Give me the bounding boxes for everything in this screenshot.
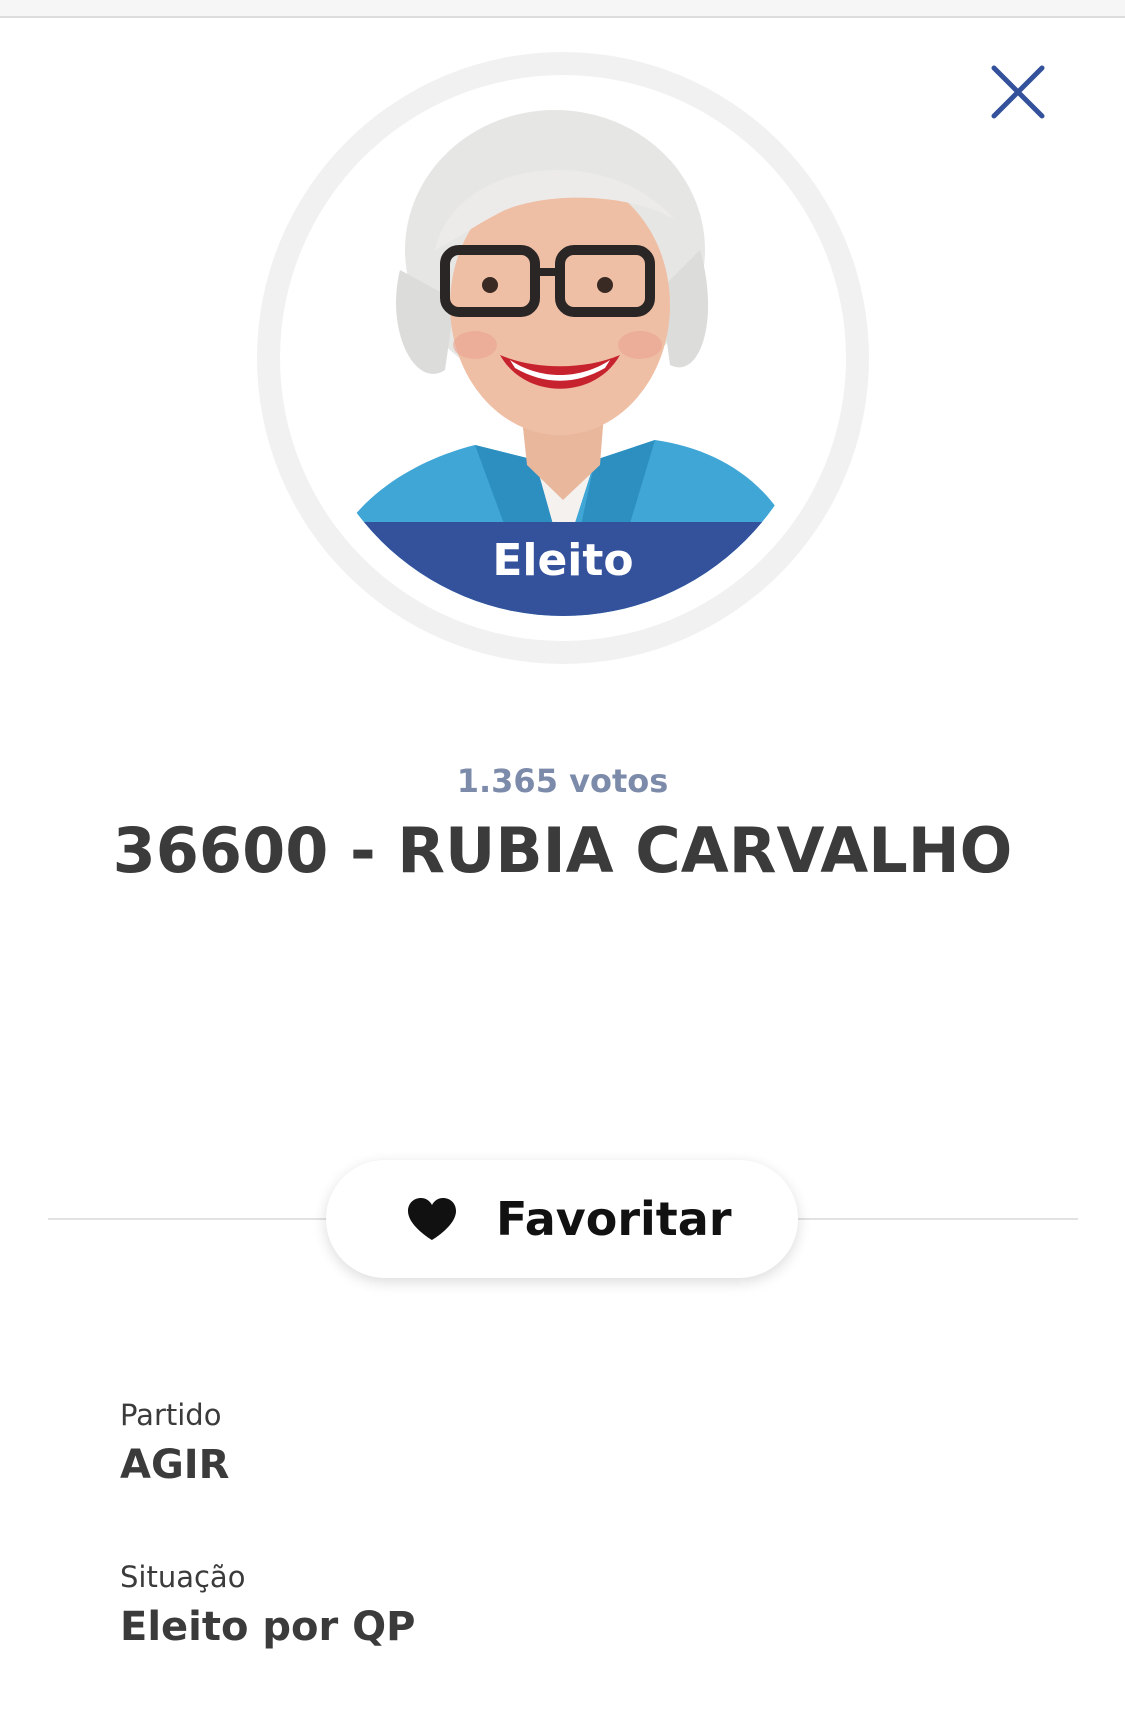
close-button[interactable] — [986, 60, 1050, 124]
vote-count: 1.365 votos — [456, 762, 669, 800]
candidate-title: 36600 - RUBIA CARVALHO — [112, 814, 1013, 887]
favorite-button[interactable]: Favoritar — [326, 1160, 798, 1278]
party-label: Partido — [120, 1398, 222, 1432]
status-value: Eleito por QP — [120, 1604, 416, 1650]
elected-status-badge: Eleito — [305, 522, 821, 616]
top-bar — [0, 0, 1125, 18]
party-value: AGIR — [120, 1442, 230, 1488]
heart-icon — [406, 1196, 458, 1242]
favorite-label: Favoritar — [496, 1192, 732, 1246]
candidate-detail-screen: Eleito 1.365 votos 36600 - RUBIA CARVALH… — [0, 0, 1125, 1725]
status-label: Situação — [120, 1560, 246, 1594]
candidate-photo: Eleito — [305, 100, 821, 616]
close-icon — [991, 65, 1045, 119]
